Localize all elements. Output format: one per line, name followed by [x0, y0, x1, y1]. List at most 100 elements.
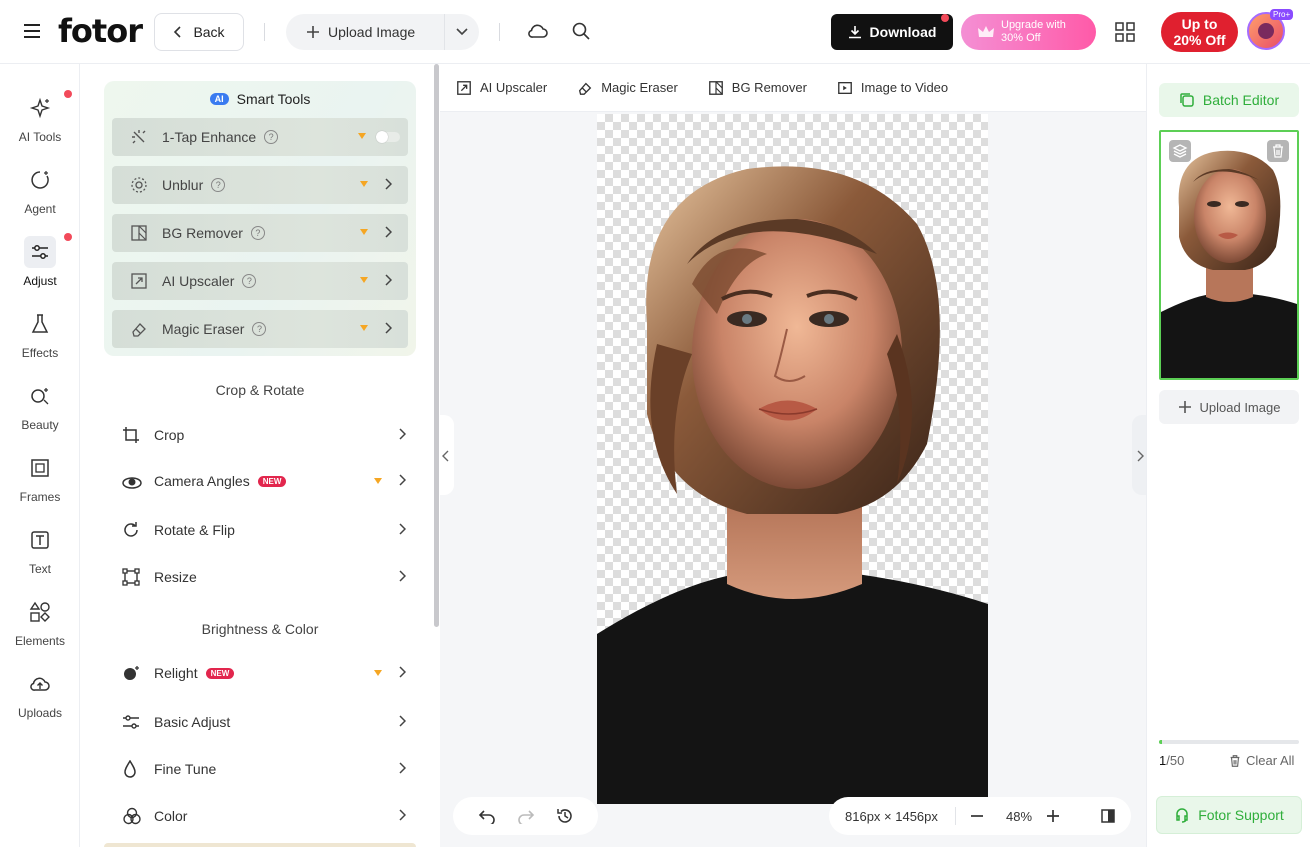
premium-crown-icon	[360, 277, 368, 283]
right-panel: Batch Editor Upload Image 1/50 Clear All	[1146, 64, 1310, 847]
nav-adjust[interactable]: Adjust	[0, 236, 80, 288]
smart-tool-unblur[interactable]: Unblur ?	[112, 166, 408, 204]
sliders-icon	[122, 713, 142, 731]
upload-image-button[interactable]: Upload Image	[286, 24, 444, 40]
upgrade-button[interactable]: Upgrade with 30% Off	[961, 14, 1096, 50]
promo-badge[interactable]: Up to 20% Off	[1161, 12, 1238, 52]
collapse-right-panel-button[interactable]	[1132, 415, 1146, 495]
help-icon[interactable]: ?	[264, 130, 279, 144]
tool-label: Color	[154, 808, 188, 824]
panel-scrollbar[interactable]	[434, 64, 439, 627]
tool-fine-tune[interactable]: Fine Tune	[104, 749, 416, 789]
batch-editor-button[interactable]: Batch Editor	[1159, 83, 1299, 117]
enhance-toggle[interactable]	[376, 131, 400, 143]
tool-crop[interactable]: Crop	[104, 415, 416, 455]
plus-icon	[307, 26, 319, 38]
premium-crown-icon	[360, 229, 368, 235]
left-nav: AI Tools Agent Adjust Effects Beauty Fra…	[0, 64, 80, 847]
back-label: Back	[193, 24, 225, 40]
quick-image-to-video[interactable]: Image to Video	[837, 80, 948, 96]
upload-image-control: Upload Image	[286, 14, 479, 50]
nav-label: Uploads	[17, 706, 63, 720]
clear-all-label: Clear All	[1246, 753, 1295, 768]
crown-icon	[978, 26, 994, 37]
redo-icon[interactable]	[517, 808, 535, 824]
fotor-logo[interactable]: fotor	[58, 12, 143, 50]
nav-effects[interactable]: Effects	[0, 308, 80, 360]
nav-ai-tools[interactable]: AI Tools	[0, 92, 80, 144]
download-button[interactable]: Download	[831, 14, 953, 50]
section-title-brightness-color: Brightness & Color	[201, 621, 319, 637]
cloud-icon[interactable]	[527, 21, 549, 41]
tool-label: Rotate & Flip	[154, 522, 235, 538]
nav-frames[interactable]: Frames	[0, 452, 80, 504]
quick-bg-remover[interactable]: BG Remover	[708, 80, 807, 96]
image-count-progress	[1159, 740, 1299, 744]
nav-elements[interactable]: Elements	[0, 596, 80, 648]
smart-tool-1-tap-enhance[interactable]: 1-Tap Enhance ?	[112, 118, 408, 156]
help-icon[interactable]: ?	[250, 226, 265, 240]
headset-icon	[1176, 808, 1188, 823]
apps-grid-icon[interactable]	[1115, 22, 1135, 42]
image-thumbnail[interactable]	[1159, 130, 1299, 380]
nav-label: Agent	[24, 202, 56, 216]
premium-crown-icon	[360, 181, 368, 187]
fotor-support-button[interactable]: Fotor Support	[1156, 796, 1302, 834]
history-controls	[453, 797, 598, 835]
smart-tool-magic-eraser[interactable]: Magic Eraser ?	[112, 310, 408, 348]
chevron-right-icon	[384, 178, 392, 190]
undo-icon[interactable]	[478, 808, 496, 824]
image-dimensions: 816px × 1456px	[845, 808, 938, 824]
bg-remover-icon	[130, 224, 150, 242]
search-icon[interactable]	[571, 21, 591, 41]
crop-icon	[122, 426, 142, 444]
tool-camera-angles[interactable]: Camera Angles NEW	[104, 461, 416, 501]
nav-agent[interactable]: Agent	[0, 164, 80, 216]
menu-icon[interactable]	[22, 21, 44, 43]
chevron-right-icon	[398, 523, 406, 535]
layers-button[interactable]	[1169, 140, 1191, 162]
text-icon	[24, 524, 56, 556]
back-button[interactable]: Back	[154, 13, 244, 51]
help-icon[interactable]: ?	[211, 178, 226, 192]
nav-uploads[interactable]: Uploads	[0, 668, 80, 720]
zoom-out-icon[interactable]	[970, 809, 984, 823]
tool-resize[interactable]: Resize	[104, 557, 416, 597]
download-icon	[848, 26, 861, 39]
smart-tool-label: AI Upscaler	[162, 273, 235, 289]
compare-icon[interactable]	[1100, 808, 1116, 824]
nav-label: Beauty	[21, 418, 59, 432]
enhance-icon	[130, 128, 150, 146]
tool-rotate-flip[interactable]: Rotate & Flip	[104, 510, 416, 550]
plus-icon	[1178, 401, 1191, 413]
smart-tool-label: Unblur	[162, 177, 204, 193]
quick-ai-upscaler[interactable]: AI Upscaler	[456, 80, 547, 96]
tool-basic-adjust[interactable]: Basic Adjust	[104, 702, 416, 742]
upload-image-side-button[interactable]: Upload Image	[1159, 390, 1299, 424]
promo-line2: 20% Off	[1173, 32, 1226, 48]
chevron-down-icon	[456, 28, 468, 36]
upload-image-label: Upload Image	[328, 24, 416, 40]
help-icon[interactable]: ?	[252, 322, 267, 336]
delete-image-button[interactable]	[1267, 140, 1289, 162]
collapse-left-panel-button[interactable]	[440, 415, 454, 495]
chevron-right-icon	[398, 762, 406, 774]
section-title-crop-rotate: Crop & Rotate	[215, 382, 305, 398]
nav-beauty[interactable]: Beauty	[0, 380, 80, 432]
history-icon[interactable]	[556, 807, 574, 825]
upload-dropdown-button[interactable]	[445, 28, 479, 36]
chevron-right-icon	[398, 474, 406, 486]
tool-color[interactable]: Color	[104, 796, 416, 836]
canvas-image[interactable]	[597, 114, 988, 804]
zoom-in-icon[interactable]	[1046, 809, 1060, 823]
tool-label: Camera Angles	[154, 473, 250, 489]
smart-tool-bg-remover[interactable]: BG Remover ?	[112, 214, 408, 252]
clear-all-button[interactable]: Clear All	[1228, 753, 1294, 768]
drop-icon	[122, 760, 142, 778]
help-icon[interactable]: ?	[242, 274, 257, 288]
progress-fill	[1159, 740, 1162, 744]
tool-relight[interactable]: Relight NEW	[104, 653, 416, 693]
quick-magic-eraser[interactable]: Magic Eraser	[577, 80, 678, 96]
nav-text[interactable]: Text	[0, 524, 80, 576]
smart-tool-ai-upscaler[interactable]: AI Upscaler ?	[112, 262, 408, 300]
